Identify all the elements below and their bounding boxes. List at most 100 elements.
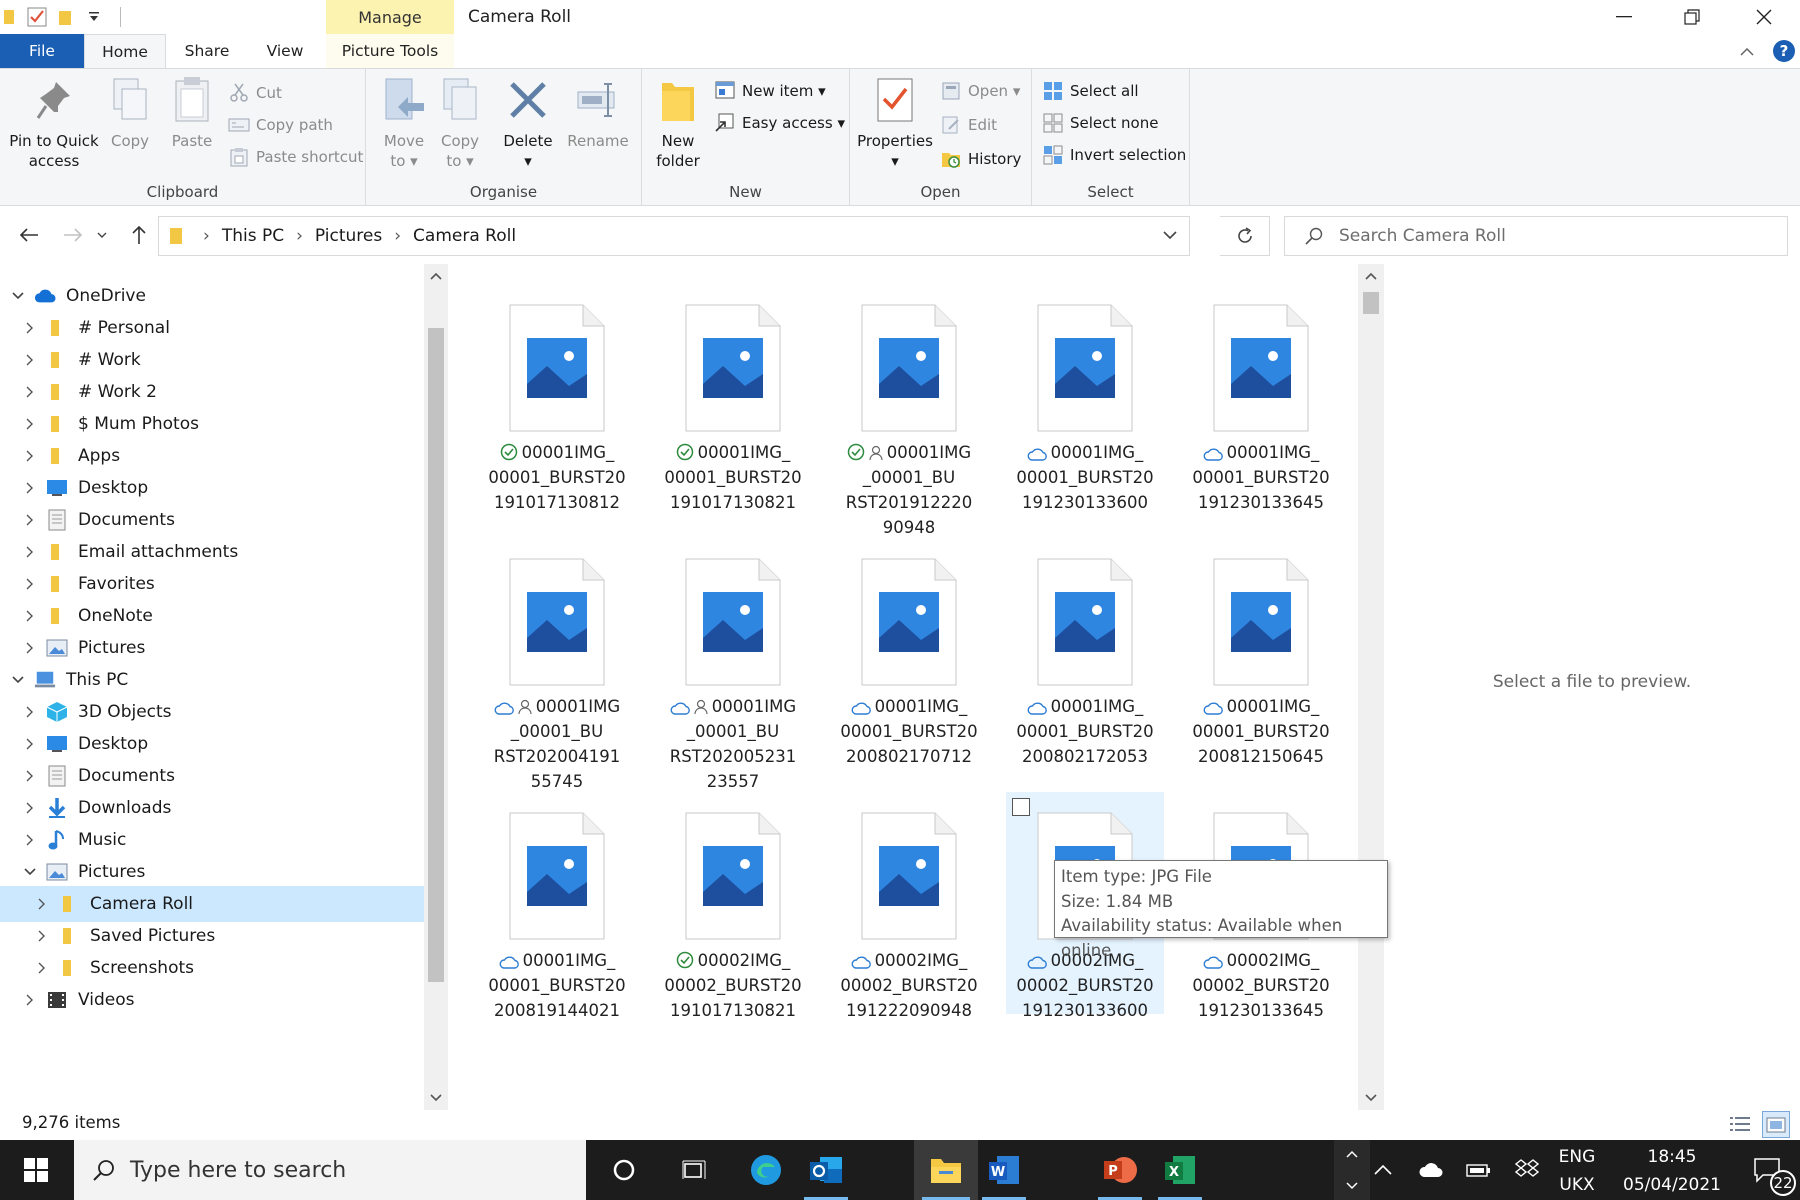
sidebar-item-desktop[interactable]: Desktop: [0, 470, 424, 506]
tab-picture-tools[interactable]: Picture Tools: [326, 34, 454, 68]
show-hidden-icons-icon[interactable]: [1358, 1140, 1408, 1200]
sidebar-item-screenshots[interactable]: Screenshots: [0, 950, 424, 986]
easy-access-button[interactable]: Easy access ▾: [714, 109, 845, 137]
restore-button[interactable]: [1662, 0, 1722, 34]
chevron-right-icon[interactable]: [34, 960, 50, 976]
cortana-icon[interactable]: [594, 1140, 654, 1200]
tab-share[interactable]: Share: [166, 34, 248, 68]
open-button[interactable]: Open ▾: [940, 77, 1020, 105]
content-scrollbar[interactable]: [1358, 264, 1384, 1110]
battery-icon[interactable]: [1454, 1140, 1504, 1200]
sidebar-item-work[interactable]: # Work: [0, 342, 424, 378]
sidebar-item-apps[interactable]: Apps: [0, 438, 424, 474]
delete-button[interactable]: Delete ▾: [496, 75, 560, 171]
sidebar-item-email-attachments[interactable]: Email attachments: [0, 534, 424, 570]
chevron-right-icon[interactable]: [22, 320, 38, 336]
sidebar-item-personal[interactable]: # Personal: [0, 310, 424, 346]
chevron-right-icon[interactable]: [22, 640, 38, 656]
new-folder-button[interactable]: New folder: [646, 75, 710, 171]
start-button[interactable]: [6, 1140, 66, 1200]
new-item-button[interactable]: New item ▾: [714, 77, 826, 105]
navigation-scrollbar[interactable]: [424, 264, 448, 1110]
chevron-right-icon[interactable]: [34, 896, 50, 912]
refresh-button[interactable]: [1220, 216, 1270, 256]
chevron-right-icon[interactable]: [22, 384, 38, 400]
file-item[interactable]: 00001IMG_ 00001_BURST20 200802170712: [830, 538, 988, 766]
sidebar-item-music[interactable]: Music: [0, 822, 424, 858]
chevron-right-icon[interactable]: [22, 704, 38, 720]
sidebar-item-camera-roll[interactable]: Camera Roll: [0, 886, 424, 922]
file-item[interactable]: 00001IMG _00001_BU RST202004191 55745: [478, 538, 636, 791]
pin-to-quick-access-button[interactable]: Pin to Quick access: [6, 75, 102, 171]
rename-button[interactable]: Rename: [564, 75, 632, 151]
customize-toolbar-button[interactable]: [82, 0, 106, 34]
task-view-icon[interactable]: [664, 1140, 724, 1200]
manage-context-tab[interactable]: Manage: [326, 0, 454, 34]
notification-center-icon[interactable]: 22: [1738, 1140, 1798, 1200]
breadcrumb-pictures[interactable]: Pictures: [315, 226, 382, 246]
clock[interactable]: 18:45 05/04/2021: [1612, 1140, 1732, 1200]
search-box[interactable]: Search Camera Roll: [1284, 216, 1788, 256]
paste-button[interactable]: Paste: [160, 75, 224, 151]
powerpoint-icon[interactable]: P: [1090, 1140, 1150, 1200]
address-bar[interactable]: › This PC › Pictures › Camera Roll: [158, 216, 1190, 256]
sidebar-item-this-pc[interactable]: This PC: [0, 662, 424, 698]
chevron-right-icon[interactable]: [22, 800, 38, 816]
file-item[interactable]: 00001IMG_ 00001_BURST20 191017130812: [478, 284, 636, 512]
word-icon[interactable]: W: [974, 1140, 1034, 1200]
sidebar-item-saved-pictures[interactable]: Saved Pictures: [0, 918, 424, 954]
new-folder-quick-button[interactable]: [52, 0, 82, 34]
chevron-right-icon[interactable]: [22, 352, 38, 368]
scroll-up-icon[interactable]: [1365, 272, 1377, 280]
scroll-down-icon[interactable]: [430, 1094, 442, 1102]
sidebar-item-mum-photos[interactable]: $ Mum Photos: [0, 406, 424, 442]
chevron-right-icon[interactable]: [22, 512, 38, 528]
details-view-icon[interactable]: [1728, 1112, 1752, 1136]
chevron-right-icon[interactable]: [22, 768, 38, 784]
chevron-right-icon[interactable]: [34, 928, 50, 944]
sidebar-item-3d-objects[interactable]: 3D Objects: [0, 694, 424, 730]
chevron-up-icon[interactable]: [1346, 1150, 1358, 1158]
sidebar-item-favorites[interactable]: Favorites: [0, 566, 424, 602]
edge-icon[interactable]: [736, 1140, 796, 1200]
select-checkbox[interactable]: [1012, 798, 1030, 816]
onedrive-tray-icon[interactable]: [1406, 1140, 1456, 1200]
file-item[interactable]: 00002IMG_ 00002_BURST20 191222090948: [830, 792, 988, 1020]
recent-locations-button[interactable]: [92, 216, 112, 254]
chevron-right-icon[interactable]: [22, 736, 38, 752]
chevron-right-icon[interactable]: [22, 544, 38, 560]
scroll-down-icon[interactable]: [1365, 1094, 1377, 1102]
excel-icon[interactable]: X: [1150, 1140, 1210, 1200]
chevron-right-icon[interactable]: [22, 576, 38, 592]
copy-path-button[interactable]: Copy path: [228, 111, 333, 139]
back-button[interactable]: [12, 216, 46, 254]
file-explorer-icon[interactable]: [914, 1140, 978, 1200]
sidebar-item-downloads[interactable]: Downloads: [0, 790, 424, 826]
chevron-down-icon[interactable]: [10, 288, 26, 304]
properties-button[interactable]: Properties ▾: [854, 75, 936, 171]
select-all-button[interactable]: Select all: [1042, 77, 1139, 105]
sidebar-item-work-2[interactable]: # Work 2: [0, 374, 424, 410]
help-icon[interactable]: ?: [1772, 39, 1796, 63]
large-icons-view-icon[interactable]: [1762, 1111, 1790, 1138]
sidebar-item-onedrive[interactable]: OneDrive: [0, 278, 424, 314]
chevron-down-icon[interactable]: [10, 672, 26, 688]
copy-button[interactable]: Copy: [102, 75, 158, 151]
sidebar-item-onenote[interactable]: OneNote: [0, 598, 424, 634]
chevron-down-icon[interactable]: [22, 864, 38, 880]
breadcrumb-this-pc[interactable]: This PC: [222, 226, 284, 246]
edit-button[interactable]: Edit: [940, 111, 997, 139]
chevron-right-icon[interactable]: [22, 608, 38, 624]
move-to-button[interactable]: Move to ▾: [376, 75, 432, 171]
up-button[interactable]: [122, 216, 156, 254]
file-item[interactable]: 00001IMG_ 00001_BURST20 200819144021: [478, 792, 636, 1020]
tab-view[interactable]: View: [248, 34, 322, 68]
address-dropdown-icon[interactable]: [1163, 231, 1177, 239]
outlook-icon[interactable]: [796, 1140, 856, 1200]
cut-button[interactable]: Cut: [228, 79, 282, 107]
file-item[interactable]: 00002IMG_ 00002_BURST20 191017130821: [654, 792, 812, 1020]
chevron-down-icon[interactable]: [1346, 1182, 1358, 1190]
breadcrumb-camera-roll[interactable]: Camera Roll: [413, 226, 516, 246]
close-button[interactable]: [1734, 0, 1794, 34]
sidebar-item-videos[interactable]: Videos: [0, 982, 424, 1018]
